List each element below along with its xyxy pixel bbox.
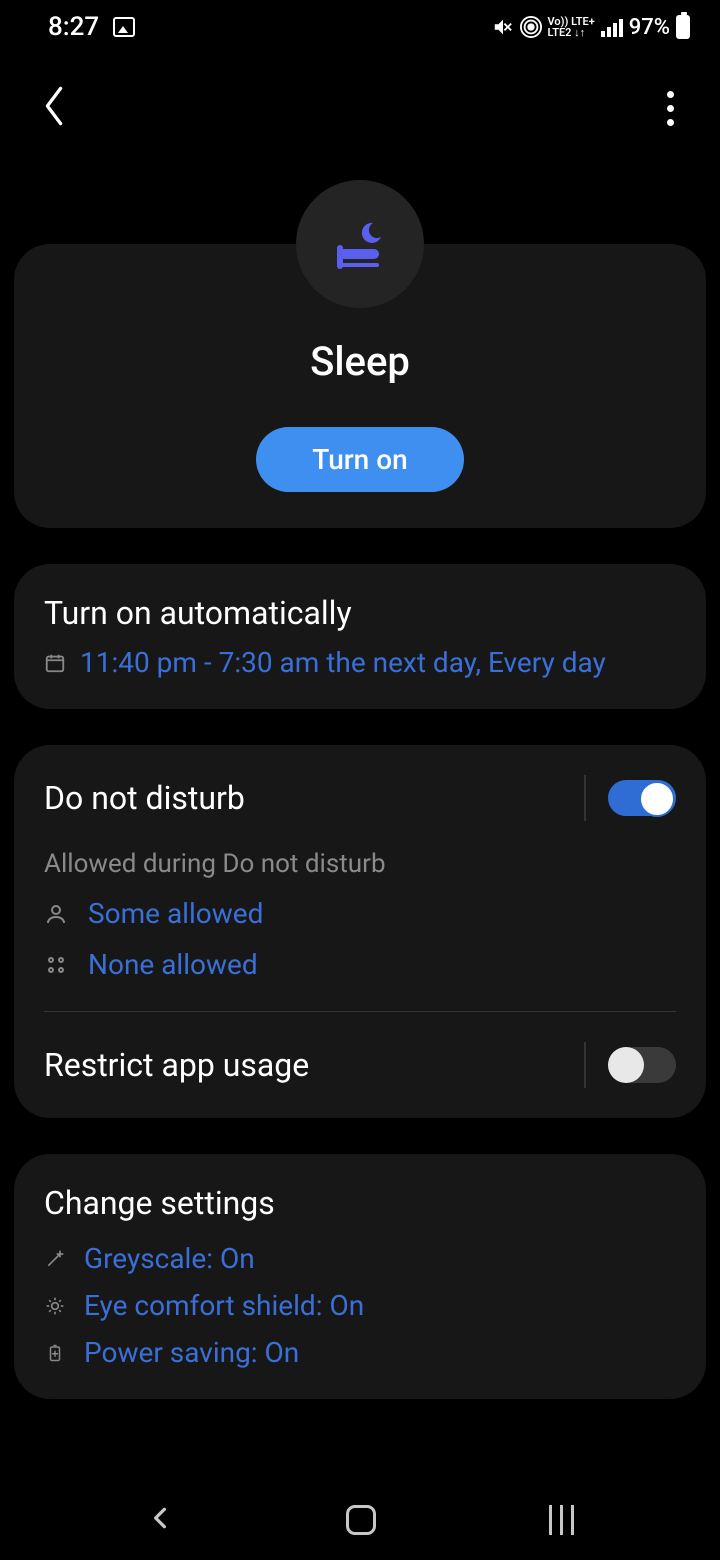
signal-icon [601,17,623,37]
battery-saving-icon [44,1342,66,1364]
auto-title: Turn on automatically [44,594,676,632]
screenshot-icon [113,17,135,37]
mute-icon [492,16,514,38]
app-bar [0,54,720,152]
more-options-button[interactable] [667,91,680,126]
divider-vertical [584,1042,586,1088]
status-time: 8:27 [48,12,99,42]
restrict-title[interactable]: Restrict app usage [44,1046,309,1084]
apps-icon [44,953,68,977]
greyscale-row: Greyscale: On [44,1242,676,1275]
hotspot-icon [520,16,542,38]
nav-back-button[interactable] [147,1505,173,1535]
page-title: Sleep [44,338,676,385]
person-icon [44,902,68,926]
calendar-icon [44,652,66,674]
power-saving-row: Power saving: On [44,1336,676,1369]
turn-on-automatically-card[interactable]: Turn on automatically 11:40 pm - 7:30 am… [14,564,706,709]
nav-recents-button[interactable] [549,1505,574,1535]
status-bar: 8:27 Vo)) LTE+ LTE2 ↓↑ 97% [0,0,720,54]
sleep-icon [296,180,424,308]
navigation-bar [0,1480,720,1560]
schedule-text: 11:40 pm - 7:30 am the next day, Every d… [80,646,606,679]
dnd-apps-row[interactable]: None allowed [44,948,676,981]
divider-vertical [584,775,586,821]
dnd-contacts-row[interactable]: Some allowed [44,897,676,930]
dnd-subtitle: Allowed during Do not disturb [44,849,676,879]
dnd-card: Do not disturb Allowed during Do not dis… [14,745,706,1118]
wand-icon [44,1248,66,1270]
nav-home-button[interactable] [346,1505,376,1535]
dnd-toggle[interactable] [608,780,676,816]
network-type: Vo)) LTE+ LTE2 ↓↑ [548,16,595,38]
dnd-title[interactable]: Do not disturb [44,779,245,817]
change-settings-card[interactable]: Change settings Greyscale: On Eye comfor… [14,1154,706,1399]
eye-comfort-row: Eye comfort shield: On [44,1289,676,1322]
back-button[interactable] [40,84,68,132]
sun-icon [44,1295,66,1317]
turn-on-button[interactable]: Turn on [256,427,463,492]
restrict-toggle[interactable] [608,1047,676,1083]
change-title: Change settings [44,1184,676,1222]
divider [44,1011,676,1012]
battery-percent: 97% [629,15,670,40]
battery-icon [676,15,690,39]
